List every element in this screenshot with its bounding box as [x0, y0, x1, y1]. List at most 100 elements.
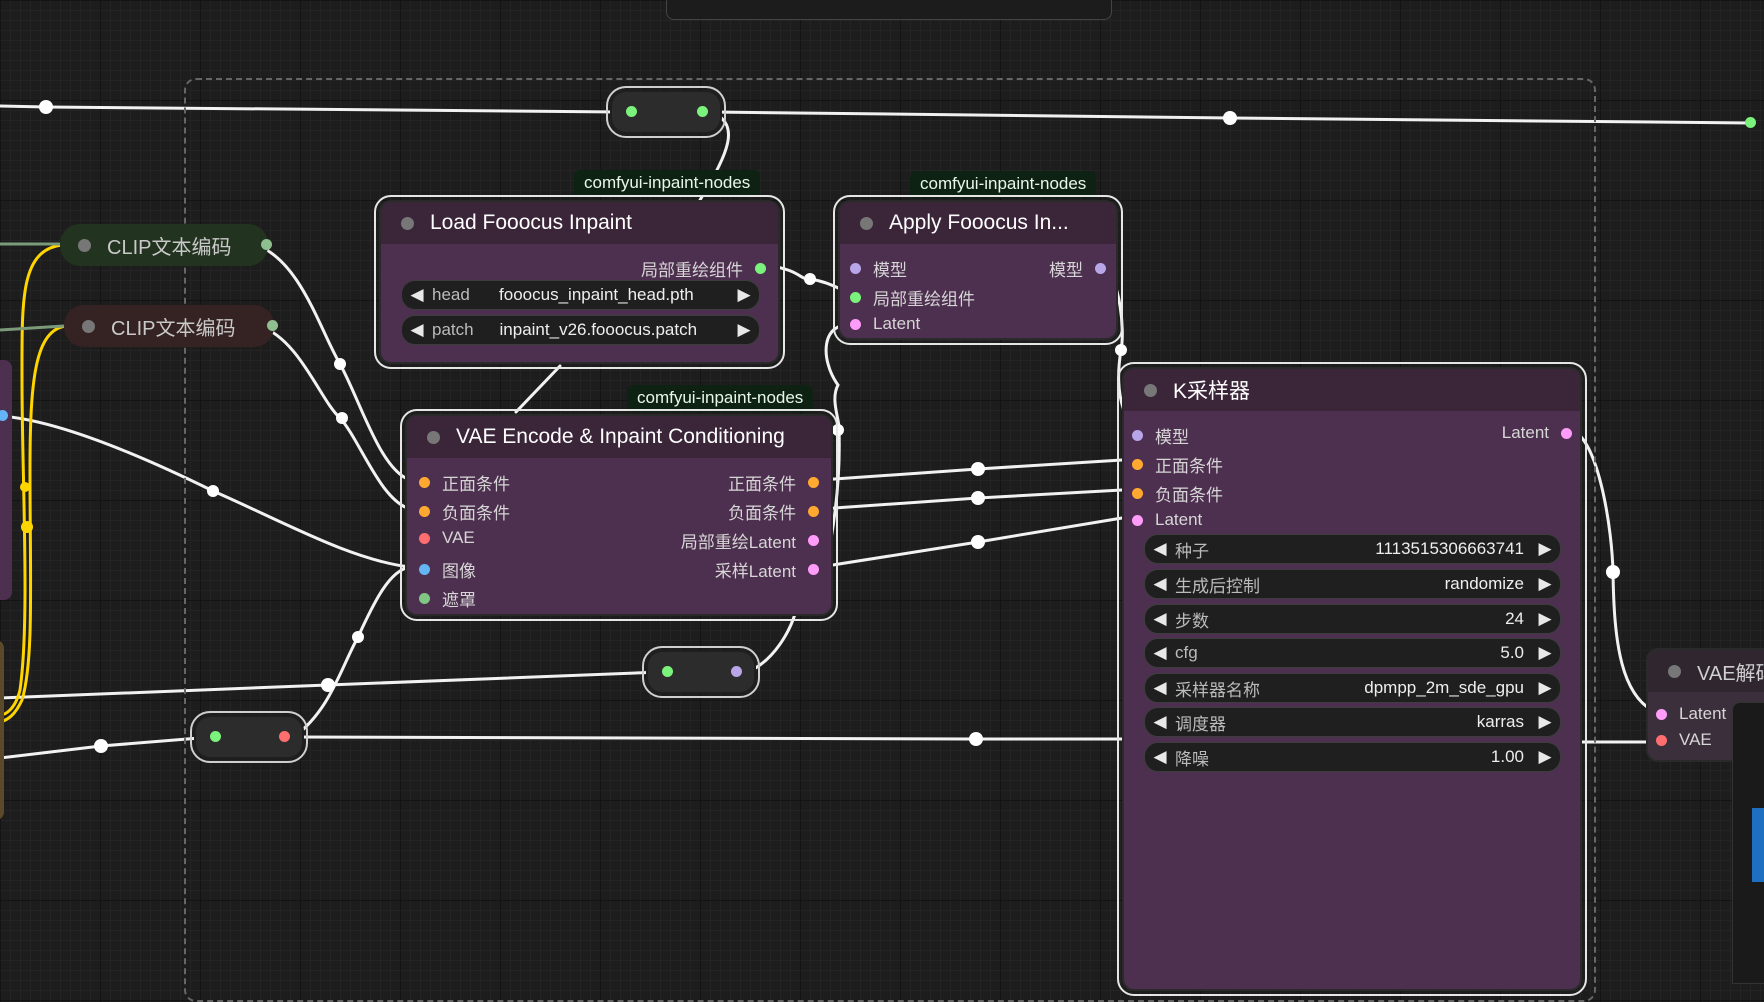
latent-output[interactable]: Latent — [1502, 423, 1572, 443]
node-title: K采样器 — [1173, 380, 1251, 403]
input-pin[interactable] — [850, 318, 861, 330]
reroute-output-pin[interactable] — [279, 731, 290, 742]
output-pin[interactable] — [808, 535, 819, 546]
node-title: Apply Fooocus In... — [889, 211, 1069, 234]
input-pin[interactable] — [1132, 430, 1143, 441]
reroute-input-pin[interactable] — [626, 106, 637, 117]
next-arrow-icon[interactable]: ▶ — [1530, 712, 1560, 732]
input-pin[interactable] — [1656, 708, 1667, 720]
collapse-dot[interactable] — [401, 216, 414, 230]
clip-text-node-1[interactable]: CLIP文本编码 — [60, 224, 272, 266]
positive-input[interactable]: 正面条件 — [419, 470, 510, 495]
input-pin[interactable] — [419, 506, 430, 517]
latent-input[interactable]: Latent — [850, 314, 920, 334]
input-pin[interactable] — [419, 593, 430, 604]
reroute-node-bottom[interactable] — [190, 711, 308, 763]
next-arrow-icon[interactable]: ▶ — [1530, 574, 1560, 594]
right-reroute-pin[interactable] — [1745, 117, 1756, 128]
image-input[interactable]: 图像 — [419, 557, 476, 582]
decrement-arrow-icon[interactable]: ◀ — [1145, 539, 1175, 559]
input-pin[interactable] — [850, 292, 861, 303]
decrement-arrow-icon[interactable]: ◀ — [1145, 747, 1175, 767]
output-pin[interactable] — [808, 477, 819, 488]
output-pin[interactable] — [808, 506, 819, 517]
collapse-dot[interactable] — [82, 319, 95, 333]
left-node-edge[interactable] — [0, 360, 12, 600]
latent-input[interactable]: Latent — [1132, 510, 1202, 530]
output-pin[interactable] — [808, 564, 819, 575]
output-pin[interactable] — [755, 263, 766, 274]
sample-latent-output[interactable]: 采样Latent — [715, 557, 819, 582]
positive-input[interactable]: 正面条件 — [1132, 452, 1223, 477]
decrement-arrow-icon[interactable]: ◀ — [1145, 643, 1175, 663]
node-source-tag: comfyui-inpaint-nodes — [574, 170, 761, 197]
vae-input[interactable]: VAE — [419, 528, 475, 548]
input-pin[interactable] — [1132, 459, 1143, 470]
input-pin[interactable] — [1656, 734, 1667, 746]
clip-text-node-2[interactable]: CLIP文本编码 — [64, 305, 278, 347]
steps-widget[interactable]: ◀ 步数 24 ▶ — [1144, 604, 1561, 634]
conditioning-output-pin[interactable] — [261, 239, 272, 250]
negative-input[interactable]: 负面条件 — [419, 499, 510, 524]
positive-output[interactable]: 正面条件 — [728, 470, 819, 495]
reroute-node-mid[interactable] — [642, 646, 760, 698]
apply-fooocus-inpaint-node[interactable]: Apply Fooocus In... 模型 局部重绘组件 Latent 模型 — [833, 195, 1123, 345]
inpaint-patch-output[interactable]: 局部重绘组件 — [641, 256, 766, 281]
scheduler-widget[interactable]: ◀ 调度器 karras ▶ — [1144, 707, 1561, 737]
increment-arrow-icon[interactable]: ▶ — [1530, 643, 1560, 663]
prev-arrow-icon[interactable]: ◀ — [402, 320, 432, 340]
prev-arrow-icon[interactable]: ◀ — [1145, 678, 1175, 698]
denoise-widget[interactable]: ◀ 降噪 1.00 ▶ — [1144, 742, 1561, 772]
reroute-input-pin[interactable] — [210, 731, 221, 742]
input-pin[interactable] — [1132, 488, 1143, 499]
model-input[interactable]: 模型 — [850, 256, 907, 281]
inpaint-latent-output[interactable]: 局部重绘Latent — [681, 528, 819, 553]
left-node-edge-2[interactable] — [0, 640, 4, 820]
input-pin[interactable] — [419, 477, 430, 488]
prev-arrow-icon[interactable]: ◀ — [1145, 574, 1175, 594]
latent-input[interactable]: Latent — [1656, 704, 1726, 724]
collapse-dot[interactable] — [1144, 383, 1157, 397]
collapse-dot[interactable] — [860, 216, 873, 230]
ksampler-node[interactable]: K采样器 模型 正面条件 负面条件 Latent Latent ◀ 种子 111… — [1117, 362, 1587, 996]
increment-arrow-icon[interactable]: ▶ — [1530, 747, 1560, 767]
control-after-generate-widget[interactable]: ◀ 生成后控制 randomize ▶ — [1144, 569, 1561, 599]
increment-arrow-icon[interactable]: ▶ — [1530, 539, 1560, 559]
collapse-dot[interactable] — [78, 238, 91, 252]
input-pin[interactable] — [850, 263, 861, 274]
prev-arrow-icon[interactable]: ◀ — [402, 285, 432, 305]
reroute-output-pin[interactable] — [697, 106, 708, 117]
load-fooocus-inpaint-node[interactable]: Load Fooocus Inpaint 局部重绘组件 ◀ head foooc… — [374, 195, 785, 369]
patch-combo[interactable]: ◀ patch inpaint_v26.fooocus.patch ▶ — [401, 315, 760, 345]
input-pin[interactable] — [419, 564, 430, 575]
inpaint-patch-input[interactable]: 局部重绘组件 — [850, 285, 975, 310]
next-arrow-icon[interactable]: ▶ — [729, 285, 759, 305]
prev-arrow-icon[interactable]: ◀ — [1145, 712, 1175, 732]
model-output[interactable]: 模型 — [1049, 256, 1106, 281]
sampler-name-widget[interactable]: ◀ 采样器名称 dpmpp_2m_sde_gpu ▶ — [1144, 673, 1561, 703]
increment-arrow-icon[interactable]: ▶ — [1530, 609, 1560, 629]
negative-input[interactable]: 负面条件 — [1132, 481, 1223, 506]
head-combo[interactable]: ◀ head fooocus_inpaint_head.pth ▶ — [401, 280, 760, 310]
input-pin[interactable] — [1132, 514, 1143, 526]
collapse-dot[interactable] — [1668, 664, 1681, 678]
input-pin[interactable] — [419, 532, 430, 544]
collapse-dot[interactable] — [427, 430, 440, 444]
conditioning-output-pin[interactable] — [267, 320, 278, 331]
seed-widget[interactable]: ◀ 种子 1113515306663741 ▶ — [1144, 534, 1561, 564]
cfg-widget[interactable]: ◀ cfg 5.0 ▶ — [1144, 638, 1561, 668]
node-source-tag: comfyui-inpaint-nodes — [910, 171, 1097, 198]
reroute-node-top[interactable] — [606, 86, 726, 138]
model-input[interactable]: 模型 — [1132, 423, 1189, 448]
vae-encode-inpaint-node[interactable]: VAE Encode & Inpaint Conditioning 正面条件 负… — [400, 409, 838, 621]
output-pin[interactable] — [1095, 263, 1106, 274]
output-pin[interactable] — [1561, 427, 1572, 439]
reroute-output-pin[interactable] — [731, 666, 742, 677]
vae-input[interactable]: VAE — [1656, 730, 1712, 750]
next-arrow-icon[interactable]: ▶ — [1530, 678, 1560, 698]
decrement-arrow-icon[interactable]: ◀ — [1145, 609, 1175, 629]
negative-output[interactable]: 负面条件 — [728, 499, 819, 524]
next-arrow-icon[interactable]: ▶ — [729, 320, 759, 340]
reroute-input-pin[interactable] — [662, 666, 673, 677]
mask-input[interactable]: 遮罩 — [419, 586, 476, 611]
